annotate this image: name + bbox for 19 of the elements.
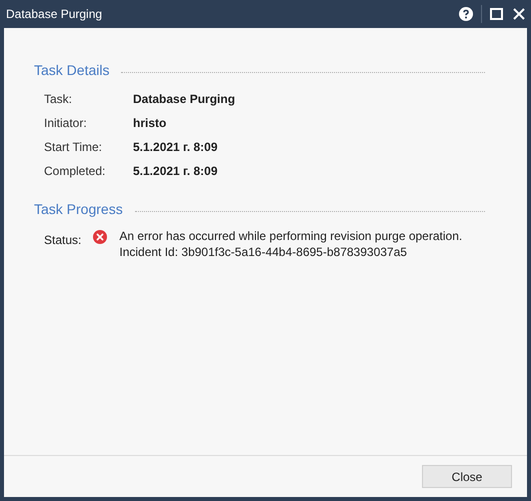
field-value: hristo: [133, 115, 166, 132]
field-value: Database Purging: [133, 91, 236, 108]
field-label: Start Time:: [44, 139, 104, 156]
status-message: Incident Id: 3b901f3c-5a16-44b4-8695-b878393037a5: [119, 244, 408, 260]
field-value: 5.1.2021 г. 8:09: [133, 139, 218, 156]
field-value: 5.1.2021 г. 8:09: [133, 163, 218, 180]
field-label: Task:: [44, 91, 74, 108]
window-title: Database Purging: [6, 6, 102, 23]
status-label: Status:: [44, 232, 82, 249]
close-icon[interactable]: [513, 8, 525, 20]
error-icon: [93, 230, 108, 244]
status-message: An error has occurred while performing revision purge operation.: [119, 228, 462, 244]
section-heading: Task Details: [34, 61, 110, 80]
field-label: Initiator:: [44, 115, 88, 132]
help-icon[interactable]: [459, 7, 473, 21]
section-heading: Task Progress: [34, 200, 123, 219]
field-label: Completed:: [44, 163, 106, 180]
close-button[interactable]: Close: [422, 465, 512, 488]
maximize-icon[interactable]: [490, 8, 503, 20]
